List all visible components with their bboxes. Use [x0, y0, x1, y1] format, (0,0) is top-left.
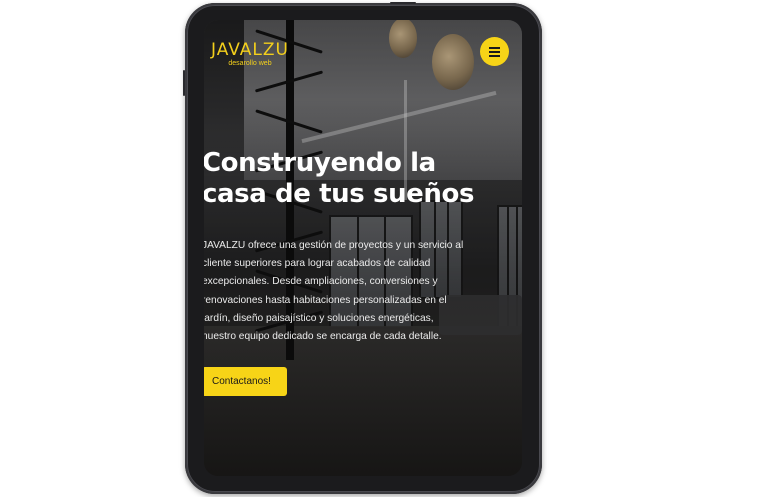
hero-title-line-1: Construyendo la [204, 148, 436, 178]
brand-logo[interactable]: JAVALZU desarollo web [211, 41, 289, 68]
tablet-screen: JAVALZU desarollo web Construyendo la ca… [204, 20, 522, 476]
chandelier [432, 34, 474, 90]
tablet-side-button [183, 70, 185, 96]
brand-tagline: desarollo web [228, 60, 272, 67]
hamburger-icon [489, 46, 500, 57]
menu-button[interactable] [480, 37, 509, 66]
brand-name: JAVALZU [211, 40, 289, 60]
hero-description: JAVALZU ofrece una gestión de proyectos … [204, 240, 464, 343]
contact-button[interactable]: Contactanos! [204, 367, 287, 396]
floor [204, 326, 522, 476]
hero-title: Construyendo la casa de tus sueños [204, 148, 502, 210]
mockup-stage: JAVALZU desarollo web Construyendo la ca… [0, 0, 759, 497]
tablet-top-button [390, 2, 416, 4]
hero-title-line-2: casa de tus sueños [204, 179, 475, 209]
